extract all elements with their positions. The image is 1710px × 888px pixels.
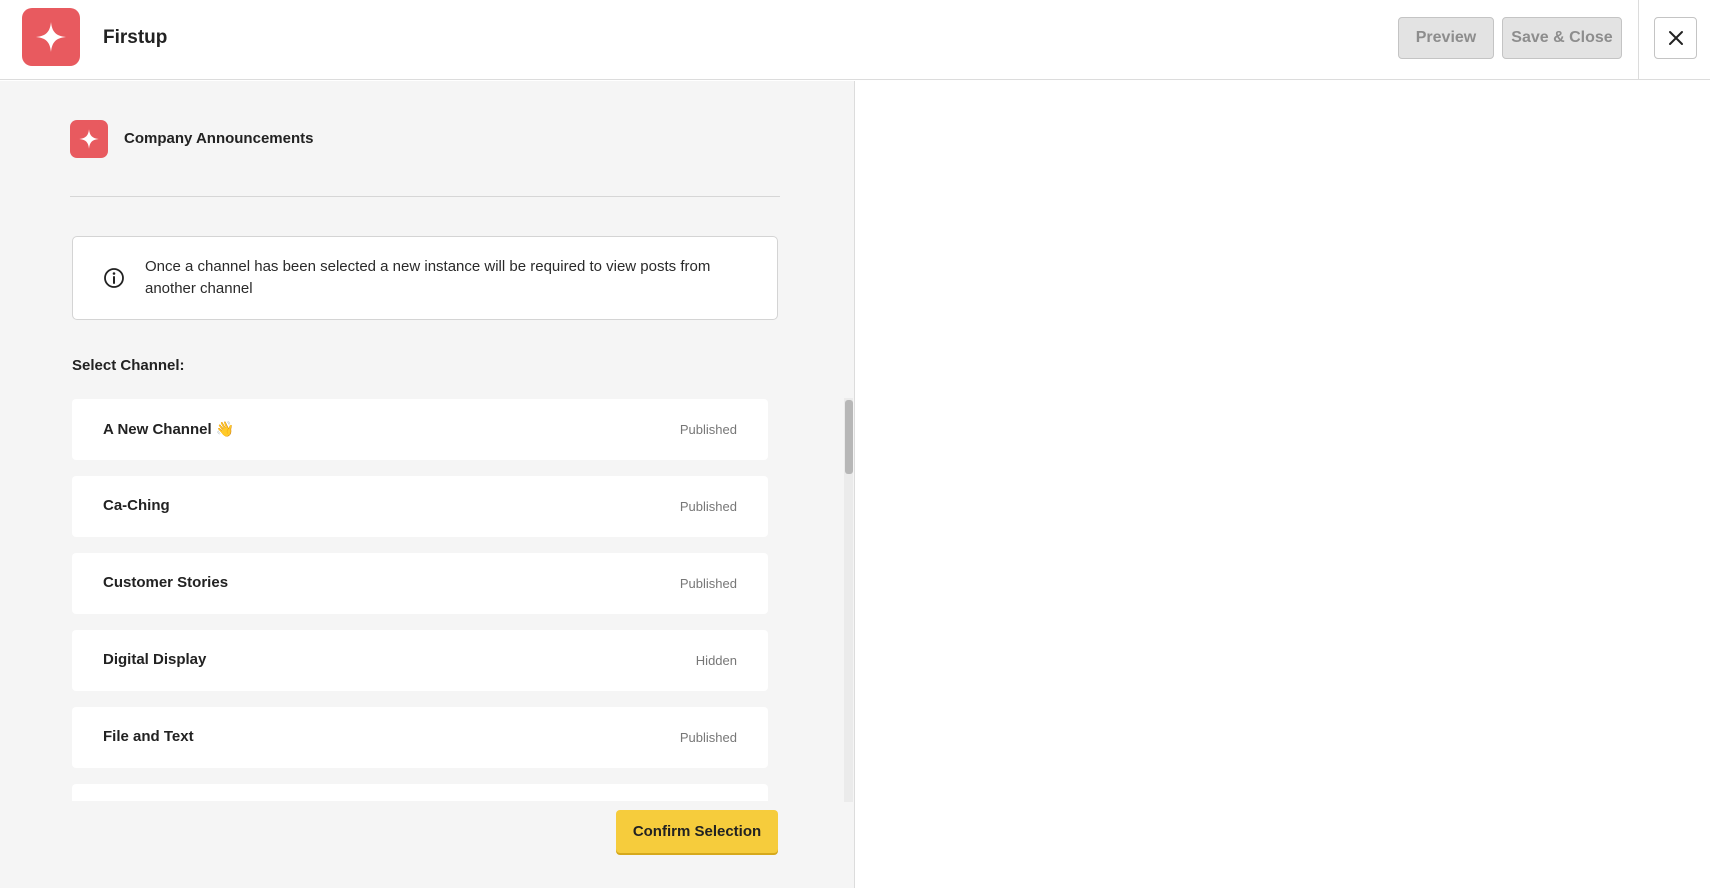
channel-list[interactable]: A New Channel 👋 Published Ca-Ching Publi… xyxy=(72,399,772,801)
app-title: Firstup xyxy=(103,27,168,48)
select-channel-label: Select Channel: xyxy=(72,357,185,374)
channel-logo xyxy=(70,120,108,158)
channel-list-item[interactable]: Digital Display Hidden xyxy=(72,630,768,691)
channel-header-title: Company Announcements xyxy=(124,130,314,147)
channel-name: Digital Display xyxy=(103,651,207,668)
channel-list-item[interactable]: File and Text Published xyxy=(72,707,768,768)
channel-status: Published xyxy=(679,499,737,514)
channel-list-item[interactable]: Customer Stories Published xyxy=(72,553,768,614)
channel-status: Published xyxy=(679,576,737,591)
preview-panel xyxy=(856,81,1710,888)
channel-name: Customer Stories xyxy=(103,574,229,591)
info-text: Once a channel has been selected a new i… xyxy=(145,258,711,297)
save-and-close-button[interactable]: Save & Close xyxy=(1502,17,1622,59)
channel-status: Published xyxy=(679,730,737,745)
confirm-selection-button[interactable]: Confirm Selection xyxy=(616,810,778,853)
info-icon xyxy=(104,268,124,288)
sparkle-icon xyxy=(36,22,66,52)
scrollbar-thumb[interactable] xyxy=(845,400,853,474)
firstup-logo xyxy=(22,8,80,66)
channel-name: A New Channel 👋 xyxy=(103,421,235,438)
divider xyxy=(70,196,780,197)
channel-list-item[interactable]: A New Channel 👋 Published xyxy=(72,399,768,460)
close-button[interactable] xyxy=(1654,17,1697,59)
channel-status: Published xyxy=(679,422,737,437)
channel-selector-panel: Company Announcements Once a channel has… xyxy=(0,81,855,888)
channel-name: Ca-Ching xyxy=(103,497,170,514)
channel-status: Hidden xyxy=(695,653,737,668)
channel-list-item[interactable] xyxy=(72,784,768,801)
sparkle-icon xyxy=(79,129,99,149)
header-divider xyxy=(1638,0,1639,80)
channel-list-item[interactable]: Ca-Ching Published xyxy=(72,476,768,537)
channel-name: File and Text xyxy=(103,728,194,745)
info-notice: Once a channel has been selected a new i… xyxy=(72,236,778,320)
preview-button[interactable]: Preview xyxy=(1398,17,1494,59)
close-icon xyxy=(1668,31,1683,45)
top-bar: Firstup Preview Save & Close xyxy=(0,0,1710,80)
